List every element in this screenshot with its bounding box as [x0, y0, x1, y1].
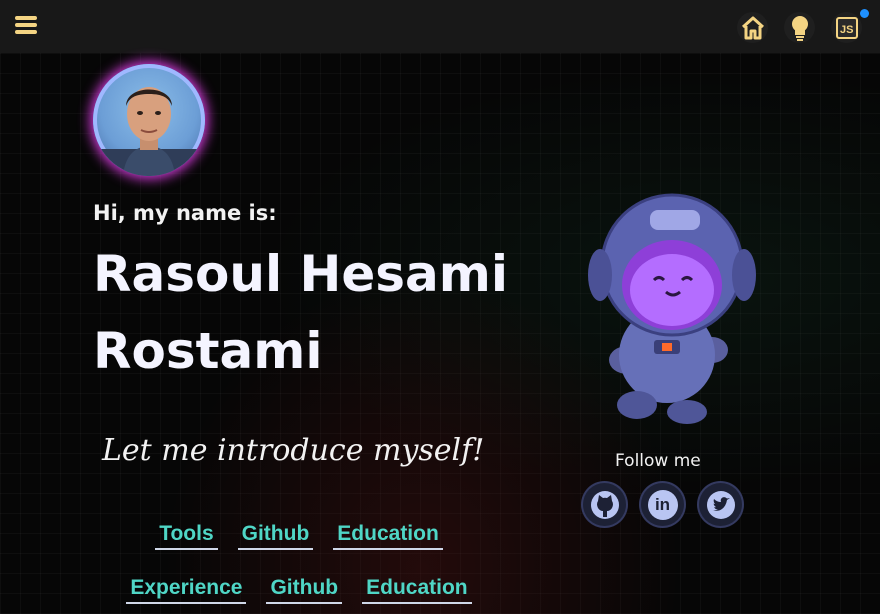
- link-github[interactable]: Github: [237, 522, 314, 550]
- notification-dot: [860, 9, 869, 18]
- follow-title: Follow me: [615, 451, 701, 471]
- avatar: [93, 64, 205, 176]
- social-links: in: [583, 483, 742, 526]
- home-button[interactable]: [737, 12, 768, 43]
- full-name: Rasoul Hesami Rostami: [93, 236, 523, 390]
- github-button[interactable]: [583, 483, 626, 526]
- linkedin-button[interactable]: in: [641, 483, 684, 526]
- astronaut-illustration: [572, 180, 762, 425]
- link-education-2[interactable]: Education: [362, 576, 472, 604]
- intro-text: Let me introduce myself!: [102, 433, 485, 468]
- ideas-button[interactable]: [784, 12, 815, 43]
- name-line-1: Rasoul Hesami: [93, 245, 508, 303]
- top-bar: JS: [0, 0, 880, 53]
- twitter-icon: [706, 490, 735, 519]
- menu-icon: [15, 16, 37, 20]
- link-education[interactable]: Education: [333, 522, 443, 550]
- home-icon: [741, 16, 764, 39]
- linkedin-icon: in: [647, 489, 678, 520]
- github-icon: [590, 490, 619, 519]
- hero-section: Hi, my name is: Rasoul Hesami Rostami Le…: [0, 53, 880, 614]
- top-nav: JS: [737, 9, 869, 43]
- menu-button[interactable]: [12, 13, 40, 41]
- lightbulb-icon: [791, 15, 808, 41]
- javascript-button[interactable]: JS: [831, 9, 869, 43]
- js-icon: JS: [835, 16, 858, 39]
- link-github-2[interactable]: Github: [266, 576, 343, 604]
- link-experience[interactable]: Experience: [126, 576, 247, 604]
- links-row-1: Tools Github Education: [0, 522, 560, 550]
- greeting-text: Hi, my name is:: [93, 201, 277, 225]
- name-line-2: Rostami: [93, 322, 323, 380]
- links-row-2: Experience Github Education: [0, 576, 560, 604]
- link-tools[interactable]: Tools: [155, 522, 218, 550]
- twitter-button[interactable]: [699, 483, 742, 526]
